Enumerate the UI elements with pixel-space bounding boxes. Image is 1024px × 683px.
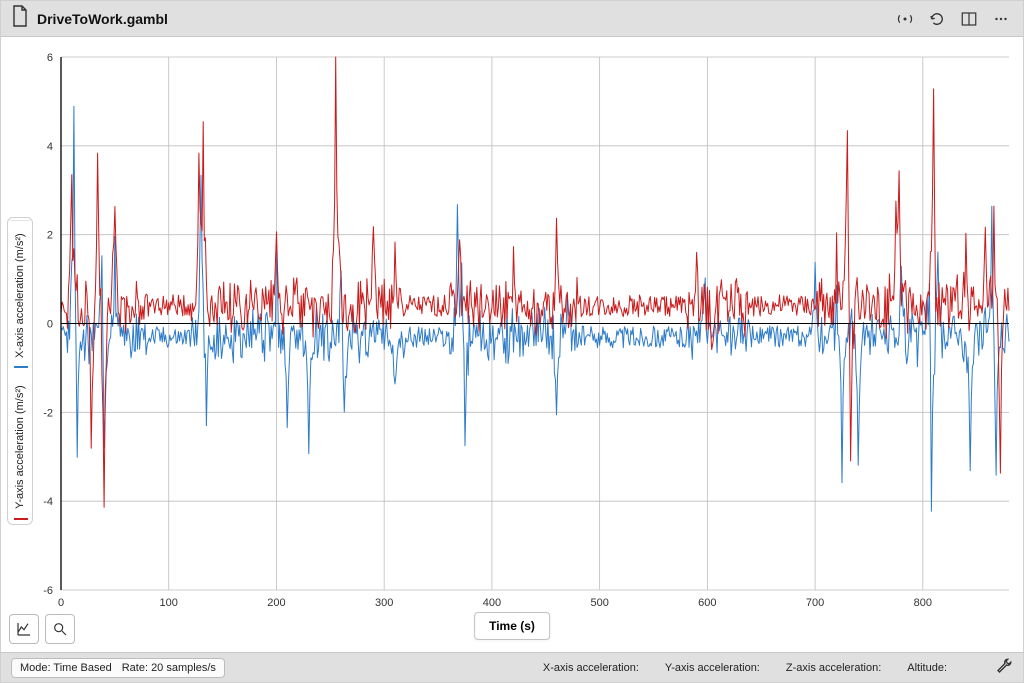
legend-swatch-y (14, 518, 28, 520)
title-bar: DriveToWork.gambl (1, 1, 1023, 37)
refresh-icon[interactable] (925, 7, 949, 31)
svg-text:0: 0 (47, 319, 53, 331)
svg-text:4: 4 (47, 141, 53, 153)
mode-label: Mode: Time Based (20, 662, 112, 674)
document-icon (11, 5, 29, 32)
chart-svg: -6 -4 -2 0 2 4 6 0 100 200 300 400 500 600 700 800 (1, 37, 1023, 652)
svg-text:6: 6 (47, 52, 53, 64)
svg-text:700: 700 (806, 597, 824, 609)
panels-icon[interactable] (957, 7, 981, 31)
document-title: DriveToWork.gambl (37, 11, 885, 27)
svg-text:400: 400 (483, 597, 501, 609)
svg-text:200: 200 (267, 597, 285, 609)
y-axis-legend[interactable]: X-axis acceleration (m/s²) Y-axis accele… (7, 217, 33, 525)
x-axis-label-chip[interactable]: Time (s) (474, 612, 550, 640)
legend-swatch-x (14, 366, 28, 368)
live-icon[interactable] (893, 7, 917, 31)
legend-item-x[interactable]: X-axis acceleration (m/s²) (10, 220, 30, 370)
mode-rate-chip[interactable]: Mode: Time Based Rate: 20 samples/s (11, 658, 225, 678)
settings-wrench-icon[interactable] (995, 657, 1013, 678)
svg-text:-4: -4 (43, 496, 53, 508)
rate-label: Rate: 20 samples/s (122, 662, 216, 674)
svg-text:600: 600 (698, 597, 716, 609)
svg-text:800: 800 (914, 597, 932, 609)
svg-text:2: 2 (47, 230, 53, 242)
readouts: X-axis acceleration: Y-axis acceleration… (543, 662, 947, 674)
chart-area[interactable]: -6 -4 -2 0 2 4 6 0 100 200 300 400 500 600 700 800 X-ax… (1, 37, 1023, 652)
chart-tool-button[interactable] (9, 614, 39, 644)
legend-item-y[interactable]: Y-axis acceleration (m/s²) (10, 372, 30, 522)
legend-label: X-axis acceleration (m/s²) (14, 233, 26, 358)
svg-text:-2: -2 (43, 407, 53, 419)
readout-x: X-axis acceleration: (543, 662, 639, 674)
more-icon[interactable] (989, 7, 1013, 31)
status-bar: Mode: Time Based Rate: 20 samples/s X-ax… (1, 652, 1023, 682)
svg-text:300: 300 (375, 597, 393, 609)
readout-alt: Altitude: (907, 662, 947, 674)
legend-label: Y-axis acceleration (m/s²) (14, 385, 26, 509)
svg-text:100: 100 (160, 597, 178, 609)
readout-z: Z-axis acceleration: (786, 662, 881, 674)
svg-text:-6: -6 (43, 585, 53, 597)
svg-text:500: 500 (590, 597, 608, 609)
zoom-reset-button[interactable] (45, 614, 75, 644)
readout-y: Y-axis acceleration: (665, 662, 760, 674)
svg-text:0: 0 (58, 597, 64, 609)
